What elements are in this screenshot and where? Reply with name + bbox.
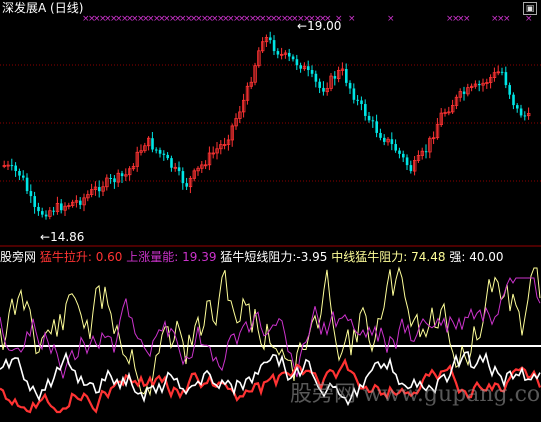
candle-body — [504, 72, 508, 86]
indicator-name: 股旁网 — [0, 250, 37, 264]
candle-body — [360, 100, 363, 105]
candle-body — [185, 183, 188, 187]
signal-marker: × — [387, 14, 395, 24]
candle-body — [170, 158, 173, 168]
candle-body — [98, 187, 101, 192]
candle-body — [390, 139, 394, 145]
legend-short-resistance: 猛牛短线阻力:-3.95 — [220, 250, 328, 264]
candle-body — [307, 66, 310, 71]
chart-title: 深发展A (日线) — [2, 1, 84, 15]
candle-body — [158, 149, 162, 154]
candle-body — [348, 82, 352, 89]
candle-body — [272, 40, 276, 52]
candle-body — [295, 59, 299, 66]
candle-body — [18, 170, 21, 176]
candle-body — [500, 71, 504, 73]
candle-body — [310, 70, 314, 74]
candle-body — [162, 153, 166, 155]
settings-icon[interactable]: ▣ — [523, 2, 537, 15]
candle-body — [60, 203, 63, 211]
candle-body — [375, 121, 378, 133]
candle-body — [14, 165, 17, 171]
candle-body — [314, 73, 318, 82]
chart-canvas[interactable]: ××××××××××××××××××××××××××××××××××××××××… — [0, 0, 541, 422]
candle-body — [478, 84, 481, 86]
candle-body — [151, 138, 154, 150]
candle-body — [424, 151, 428, 153]
candle-body — [109, 178, 112, 180]
candle-body — [41, 211, 44, 215]
candle-body — [166, 154, 169, 159]
signal-marker: × — [463, 14, 471, 24]
candle-body — [394, 144, 397, 151]
watermark: 股旁网 www.gupang.com — [290, 382, 541, 407]
candle-body — [269, 37, 272, 41]
candle-body — [155, 149, 158, 151]
candle-body — [291, 56, 295, 60]
candle-body — [181, 171, 185, 184]
candle-body — [44, 214, 48, 217]
candle-body — [322, 87, 325, 92]
legend-mid-resistance: 中线猛牛阻力: 74.48 — [331, 250, 446, 264]
candle-body — [462, 91, 466, 94]
candle-body — [299, 65, 302, 69]
high-price-label: ←19.00 — [297, 19, 342, 33]
candle-body — [352, 88, 356, 100]
signal-marker: × — [503, 14, 511, 24]
candle-body — [79, 200, 82, 205]
candle-body — [52, 210, 55, 212]
candle-body — [356, 99, 359, 101]
legend-volume: 上涨量能: 19.39 — [126, 250, 217, 264]
indicator-legend: 股旁网 猛牛拉升: 0.60 上涨量能: 19.39 猛牛短线阻力:-3.95 … — [0, 250, 504, 264]
candle-body — [508, 85, 511, 95]
candle-body — [177, 167, 181, 172]
legend-strong: 强: 40.00 — [449, 250, 504, 264]
candle-body — [29, 191, 33, 197]
candle-body — [379, 132, 382, 138]
candle-body — [383, 137, 386, 142]
low-price-label: ←14.86 — [40, 230, 85, 244]
candle-body — [371, 120, 375, 122]
candle-body — [345, 68, 348, 83]
candle-body — [318, 81, 321, 88]
candle-body — [22, 175, 25, 178]
candle-body — [33, 196, 36, 207]
candle-body — [120, 173, 124, 177]
candle-body — [519, 108, 523, 116]
arrow-left-icon: ← — [40, 230, 51, 244]
candle-body — [512, 94, 515, 106]
candle-body — [333, 76, 337, 79]
candle-body — [405, 157, 409, 166]
candle-body — [113, 178, 116, 183]
candle-body — [288, 52, 291, 57]
candle-body — [276, 51, 280, 55]
candle-body — [409, 165, 413, 172]
signal-marker: × — [348, 14, 356, 24]
arrow-left-icon: ← — [297, 19, 308, 33]
candle-body — [516, 105, 519, 109]
grid-lines — [0, 64, 541, 347]
candle-body — [398, 150, 401, 154]
candle-body — [364, 104, 367, 116]
legend-lift: 猛牛拉升: 0.60 — [39, 250, 123, 264]
candle-body — [25, 177, 29, 192]
candle-body — [402, 153, 405, 158]
candle-body — [367, 115, 371, 121]
candle-body — [10, 165, 14, 167]
candlestick-series — [2, 31, 531, 220]
candle-body — [37, 206, 40, 212]
candle-body — [523, 115, 527, 117]
